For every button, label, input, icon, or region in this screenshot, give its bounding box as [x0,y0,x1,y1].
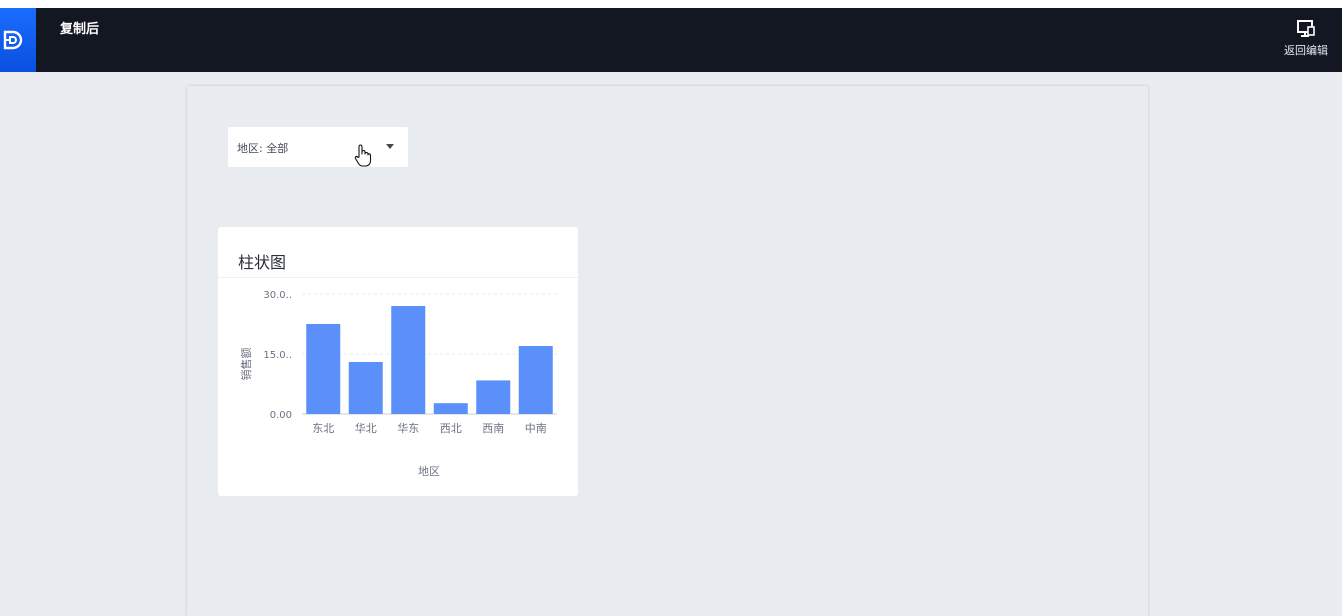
y-tick-label: 0.00 [270,410,292,421]
dropdown-caret-icon[interactable] [386,144,394,149]
bar-华北[interactable] [348,362,383,414]
x-tick-label: 华东 [397,421,419,435]
x-tick-label: 西南 [482,422,504,435]
back-to-edit-label: 返回编辑 [1284,44,1328,57]
app-logo[interactable] [0,8,36,72]
hand-cursor-icon [354,144,372,167]
bar-东北[interactable] [306,324,341,414]
x-tick-label: 东北 [312,422,334,435]
y-tick-label: 30.0.. [263,290,292,301]
bar-西北[interactable] [433,403,468,414]
x-tick-label: 华北 [355,421,377,435]
chart-title: 柱状图 [238,253,287,272]
top-bar: 复制后 返回编辑 [0,8,1342,72]
y-axis-title: 销售额 [239,348,253,381]
bar-中南[interactable] [518,346,553,414]
region-filter-select[interactable]: 地区: 全部 [228,127,408,167]
x-axis-title: 地区 [418,465,440,478]
y-tick-label: 15.0.. [263,350,292,361]
bar-华东[interactable] [391,306,426,414]
page-title: 复制后 [60,22,100,37]
region-filter-value: 地区: 全部 [237,142,289,155]
monitor-edit-icon [1297,20,1315,37]
bar-chart-card[interactable]: 柱状图 0.00 15.0.. 30.0.. 东北 华北 华东 西北 西南 中南 销售额 地区 [218,227,578,496]
window-top-strip [0,0,1342,8]
x-tick-label: 中南 [525,422,547,435]
bar-西南[interactable] [476,380,511,414]
bar-chart: 0.00 15.0.. 30.0.. 东北 华北 华东 西北 西南 中南 销售额 地区 [239,290,557,478]
back-to-edit-button[interactable]: 返回编辑 [1278,20,1334,64]
logo-icon [3,30,23,50]
x-tick-label: 西北 [440,422,462,435]
dashboard-canvas: 地区: 全部 柱状图 0.00 15.0.. 30.0.. 东北 华北 华东 西北 西南 中南 … [187,86,1148,616]
